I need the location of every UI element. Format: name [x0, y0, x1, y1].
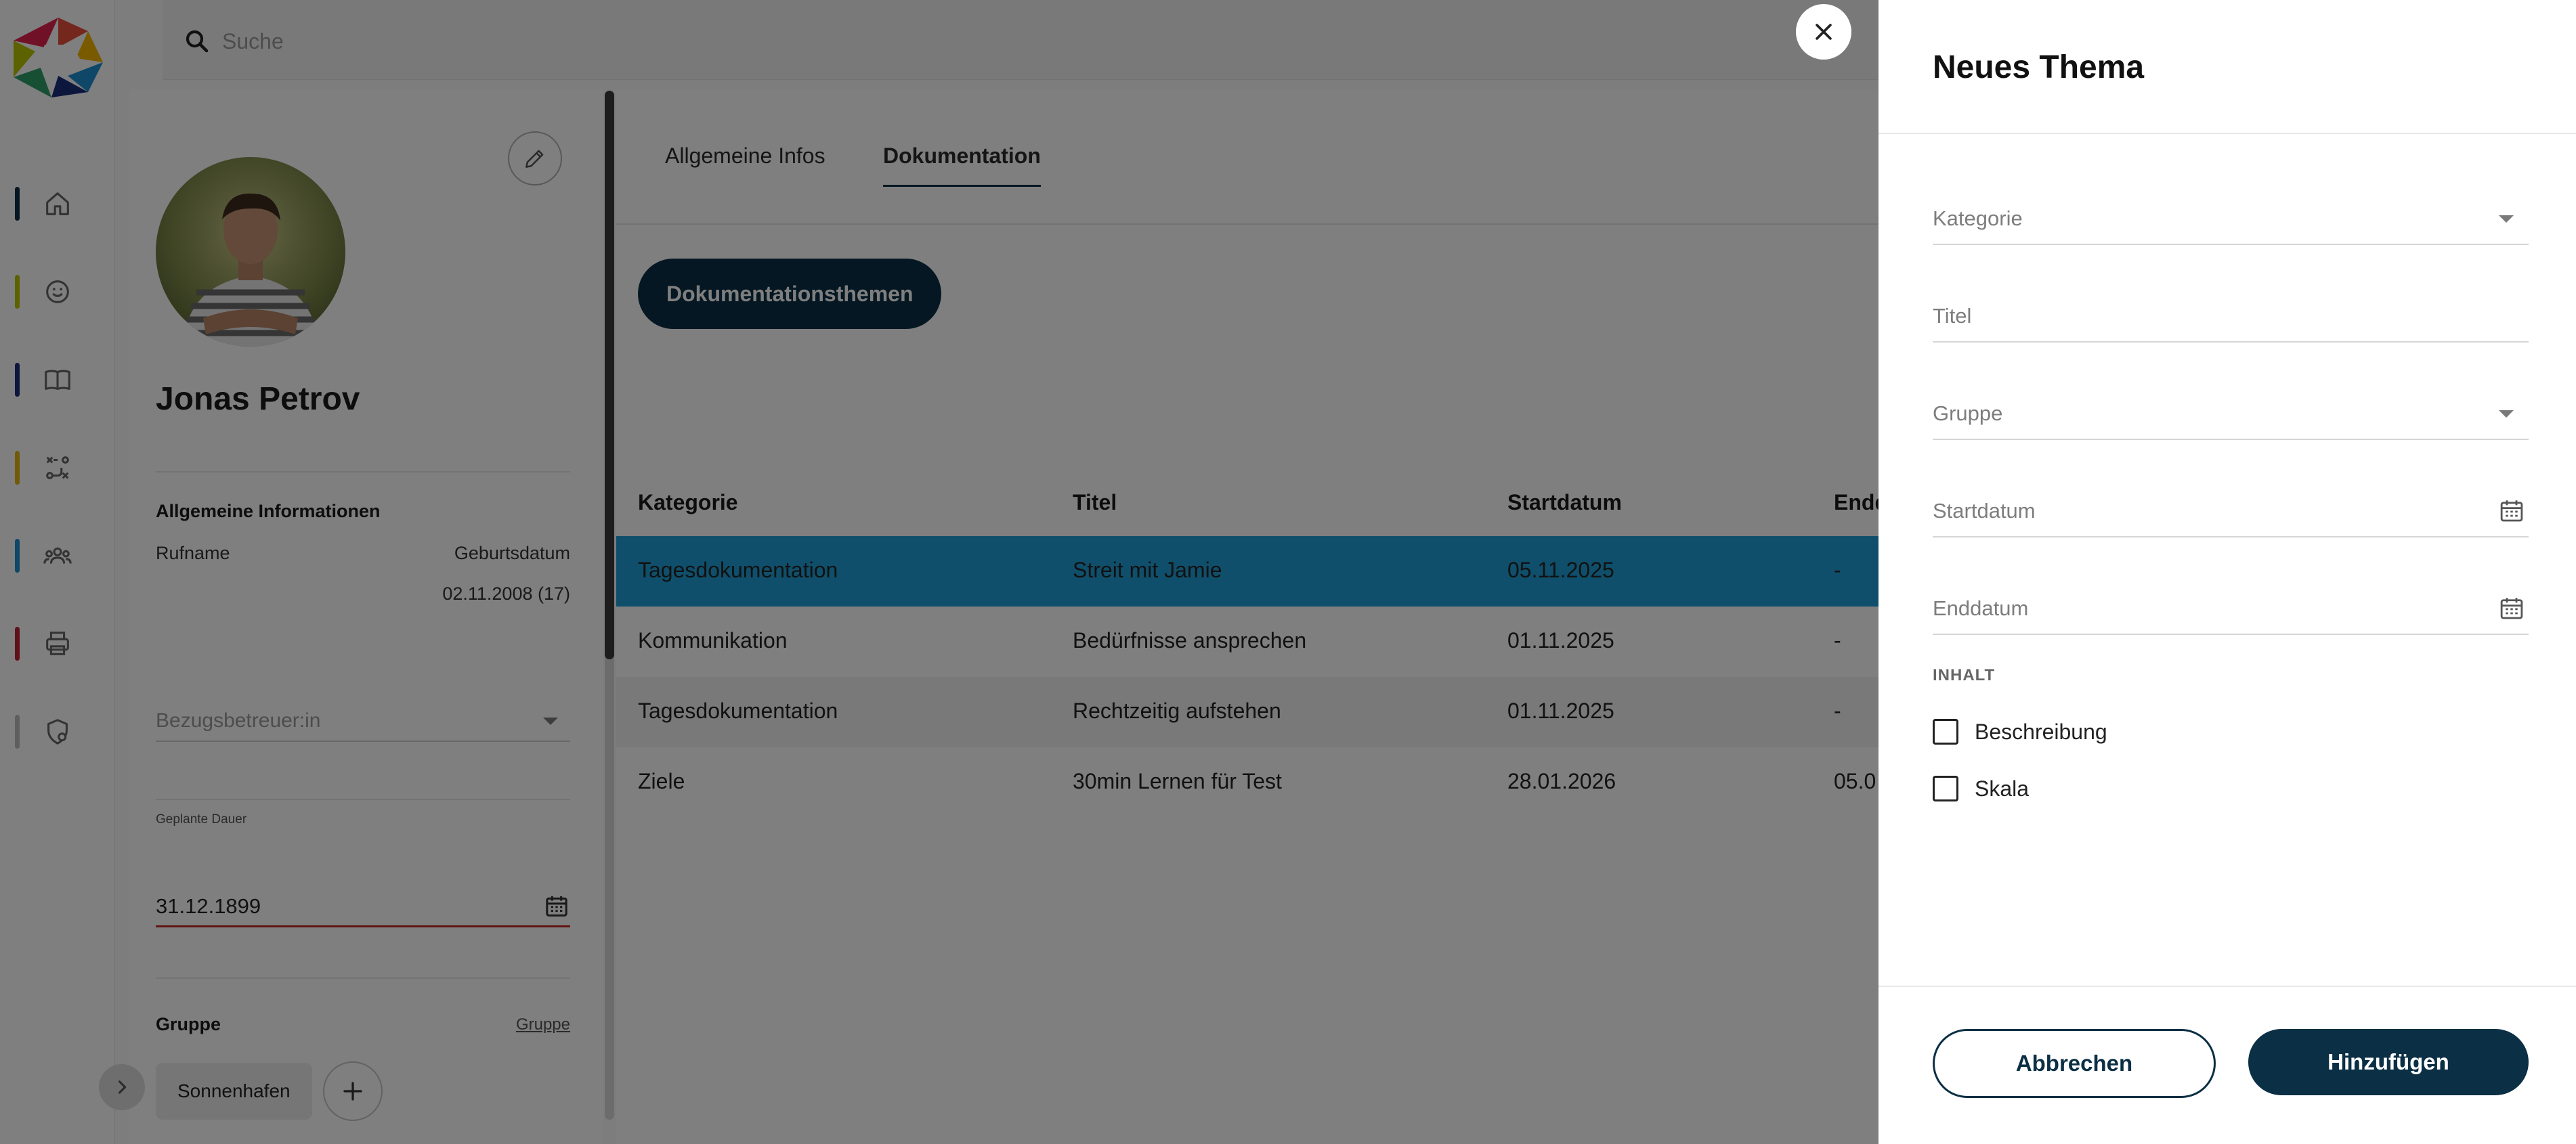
checkbox-box[interactable]: [1933, 776, 1958, 801]
close-drawer-button[interactable]: [1796, 4, 1851, 60]
chevron-down-icon: [2499, 215, 2514, 223]
end-date-field[interactable]: Enddatum: [1933, 584, 2529, 635]
scale-checkbox[interactable]: Skala: [1933, 772, 2029, 806]
drawer-divider: [1879, 133, 2576, 134]
drawer-title: Neues Thema: [1933, 49, 2145, 85]
start-date-label: Startdatum: [1933, 499, 2036, 523]
category-select[interactable]: Kategorie: [1933, 194, 2529, 245]
start-date-field[interactable]: Startdatum: [1933, 486, 2529, 537]
group-label: Gruppe: [1933, 401, 2003, 425]
end-date-label: Enddatum: [1933, 596, 2029, 620]
checkbox-box[interactable]: [1933, 719, 1958, 745]
close-icon: [1816, 24, 1832, 40]
content-section-label: INHALT: [1933, 666, 1996, 684]
drawer-actions: Abbrechen Hinzufügen: [1879, 986, 2576, 1144]
new-topic-drawer: Neues Thema Kategorie Titel Gruppe Start…: [1879, 0, 2576, 1144]
title-input[interactable]: Titel: [1933, 291, 2529, 343]
calendar-icon[interactable]: [2497, 497, 2526, 525]
drawer-divider: [1879, 986, 2576, 987]
title-label: Titel: [1933, 304, 1972, 328]
category-label: Kategorie: [1933, 206, 2023, 230]
description-checkbox-label: Beschreibung: [1975, 719, 2107, 744]
add-button[interactable]: Hinzufügen: [2248, 1029, 2529, 1095]
description-checkbox[interactable]: Beschreibung: [1933, 715, 2107, 749]
group-select[interactable]: Gruppe: [1933, 389, 2529, 440]
chevron-down-icon: [2499, 410, 2514, 418]
calendar-icon[interactable]: [2497, 594, 2526, 623]
scale-checkbox-label: Skala: [1975, 776, 2030, 801]
cancel-button[interactable]: Abbrechen: [1933, 1029, 2216, 1098]
